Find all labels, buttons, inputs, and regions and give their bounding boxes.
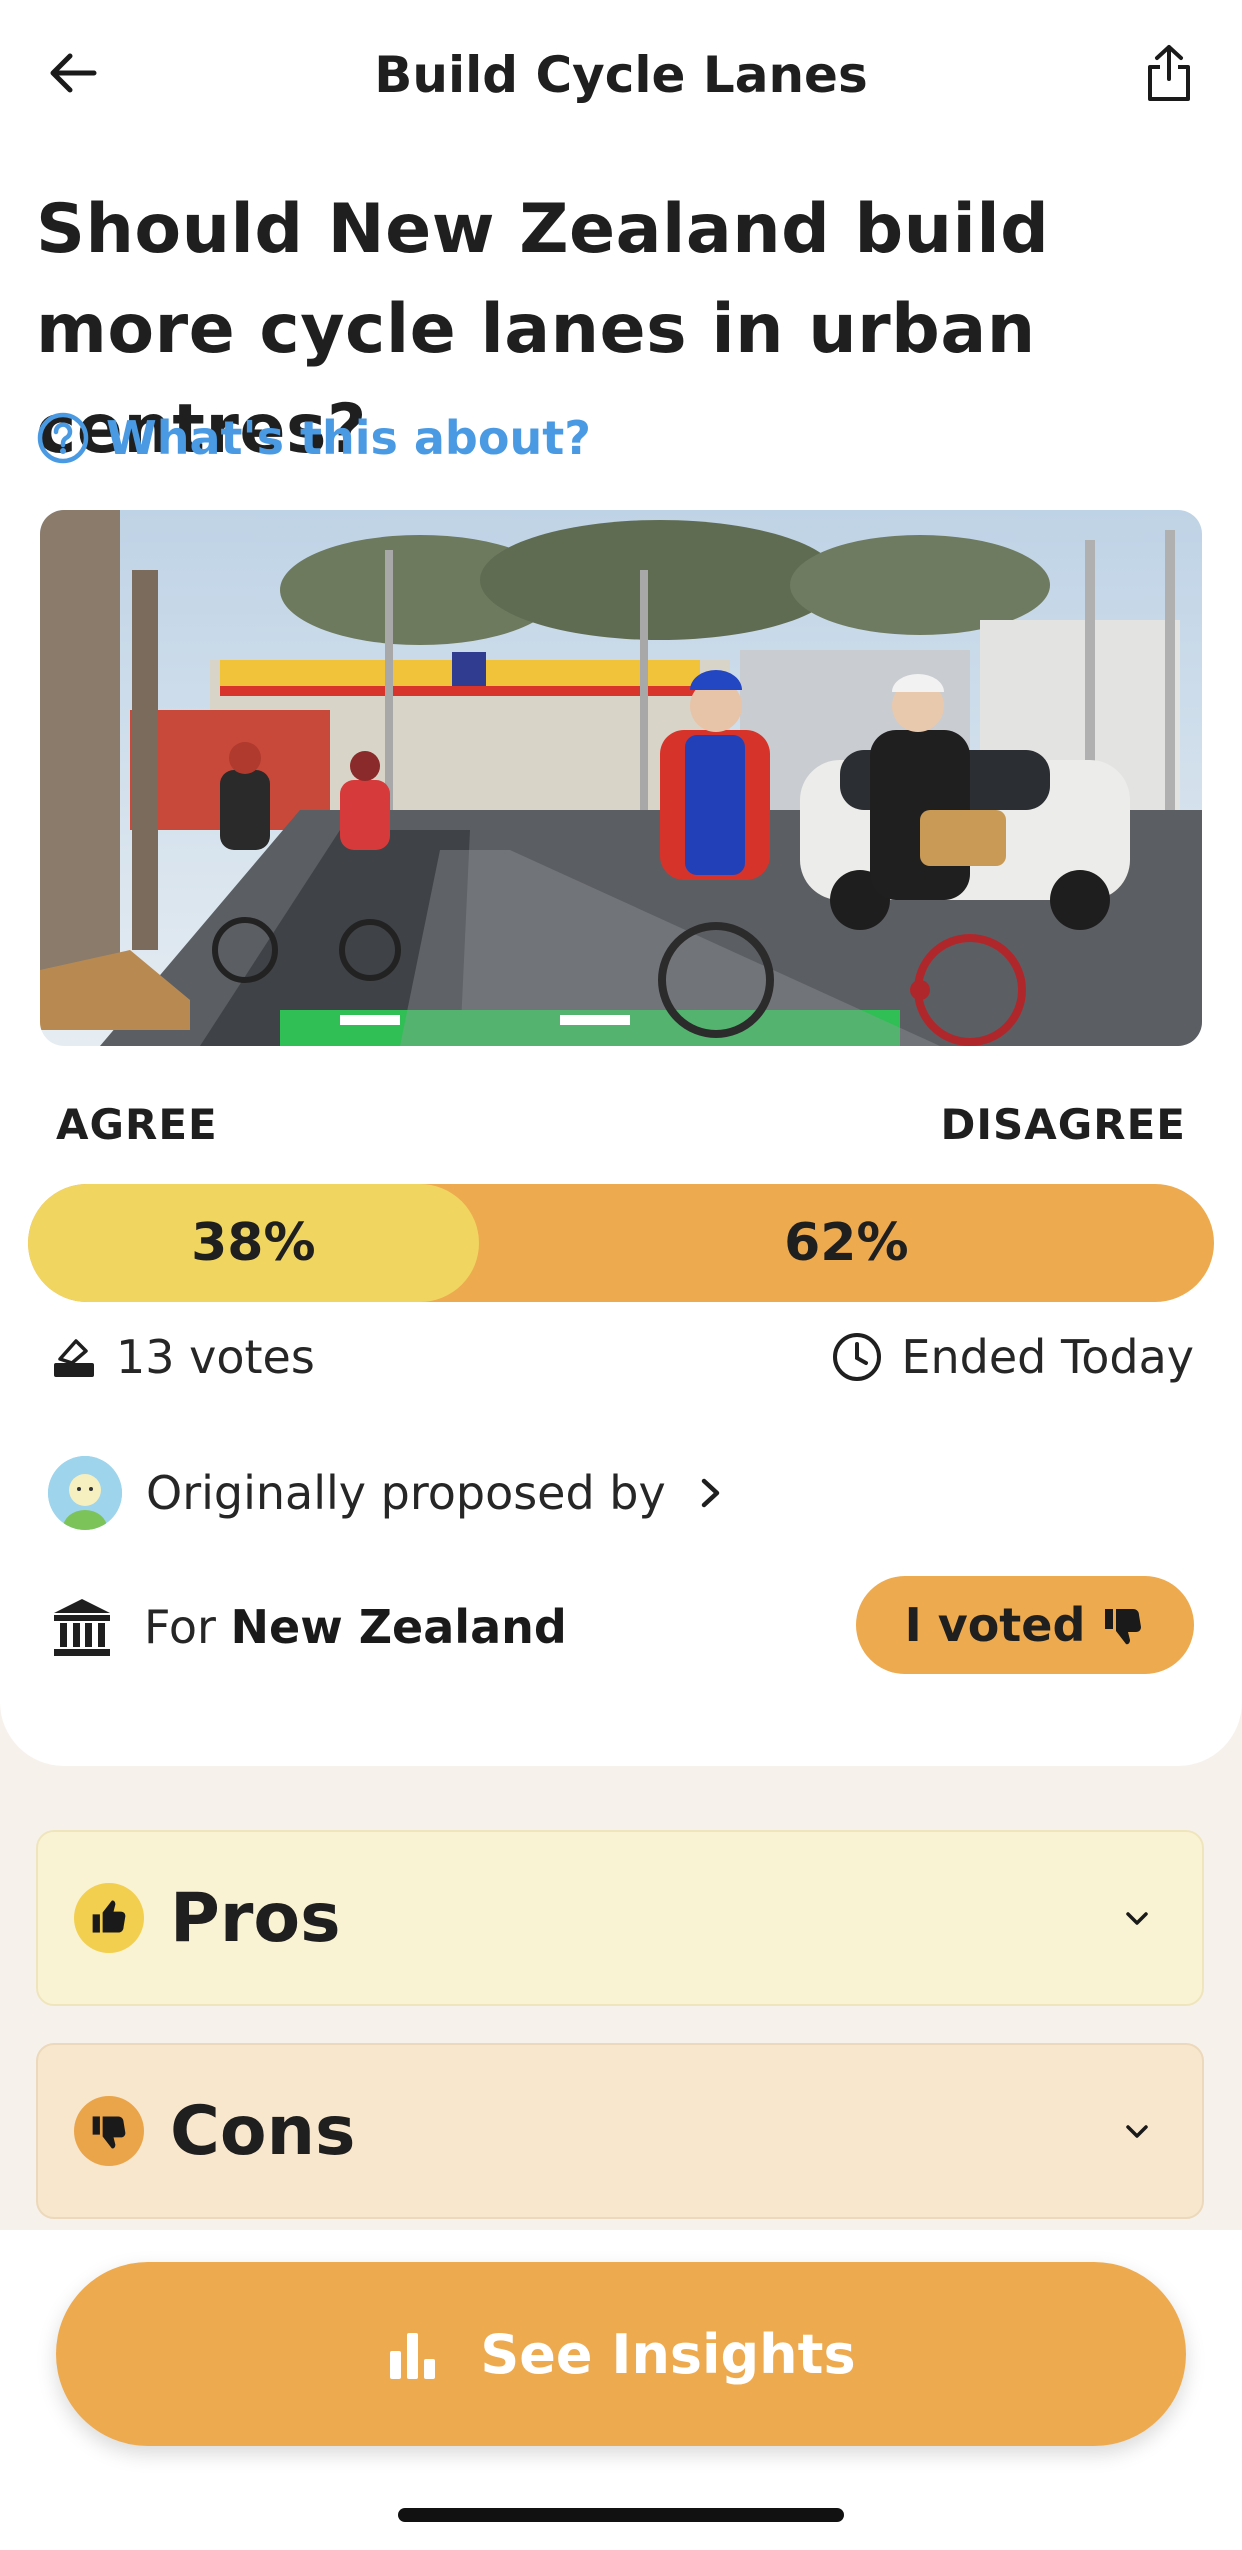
proposer-label: Originally proposed by (146, 1466, 666, 1520)
about-link-label: What's this about? (106, 411, 591, 465)
question-circle-icon (36, 411, 90, 465)
agree-label: AGREE (56, 1100, 218, 1149)
proposal-photo (40, 510, 1202, 1046)
i-voted-button[interactable]: I voted (856, 1576, 1194, 1674)
clock-icon (833, 1333, 882, 1381)
disagree-segment: 62% (784, 1213, 909, 1273)
bar-chart-icon (390, 2333, 436, 2379)
disagree-label: DISAGREE (940, 1100, 1186, 1149)
chevron-down-icon (1112, 2107, 1162, 2157)
pros-title: Pros (170, 1878, 341, 1958)
thumbs-down-icon (74, 2096, 144, 2166)
thumbs-up-icon (74, 1883, 144, 1953)
vote-status: Ended Today (831, 1322, 1194, 1392)
pros-accordion[interactable]: Pros (36, 1830, 1204, 2006)
jurisdiction-name: New Zealand (230, 1600, 567, 1654)
ballot-icon (54, 1339, 94, 1377)
jurisdiction-row: For New Zealand (50, 1592, 567, 1662)
vote-status-text: Ended Today (901, 1330, 1194, 1384)
share-icon (1148, 45, 1190, 101)
vote-count-text: 13 votes (116, 1330, 315, 1384)
vote-count: 13 votes (50, 1322, 315, 1392)
proposer-row[interactable]: Originally proposed by (48, 1455, 730, 1531)
government-building-icon (54, 1599, 110, 1656)
share-button[interactable] (1136, 38, 1202, 108)
home-indicator (398, 2508, 844, 2522)
chevron-down-icon (1112, 1894, 1162, 1944)
see-insights-label: See Insights (480, 2322, 856, 2386)
top-bar: Build Cycle Lanes (0, 0, 1242, 150)
thumbs-down-icon (1105, 1609, 1142, 1645)
i-voted-label: I voted (904, 1598, 1086, 1652)
chevron-right-icon (701, 1478, 719, 1508)
see-insights-button[interactable]: See Insights (56, 2262, 1186, 2446)
avatar (48, 1456, 122, 1530)
jurisdiction-prefix: For (144, 1600, 216, 1654)
vote-result-bar: 38% 62% (28, 1184, 1214, 1302)
page-title: Build Cycle Lanes (374, 46, 868, 104)
cons-title: Cons (170, 2091, 356, 2171)
agree-segment: 38% (28, 1184, 479, 1302)
cons-accordion[interactable]: Cons (36, 2043, 1204, 2219)
about-link[interactable]: What's this about? (36, 406, 591, 470)
